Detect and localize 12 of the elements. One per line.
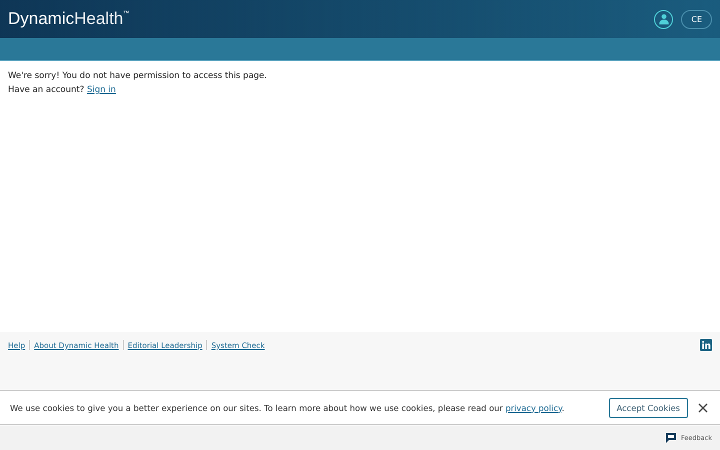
cookie-notice: We use cookies to give you a better experience on our sites. To learn more about how we use cookies, please read our privacy policy. bbox=[10, 402, 566, 412]
close-icon[interactable] bbox=[698, 402, 708, 412]
privacy-link[interactable]: privacy policy bbox=[505, 402, 562, 412]
accept-button[interactable]: Accept Cookies bbox=[608, 398, 688, 418]
linkedin-icon[interactable] bbox=[700, 339, 712, 351]
error-message: We're sorry! You do not have permission to access this page. bbox=[8, 71, 268, 82]
user-icon[interactable] bbox=[654, 10, 674, 28]
sign-in-link[interactable]: Sign in bbox=[86, 85, 116, 95]
account-button[interactable]: CE bbox=[681, 10, 712, 28]
account-prompt: Have an account? bbox=[8, 85, 84, 95]
brand-logo[interactable]: DynamicHealth$^{™}$ bbox=[8, 9, 130, 29]
speech-bubble-icon[interactable] bbox=[666, 433, 676, 443]
